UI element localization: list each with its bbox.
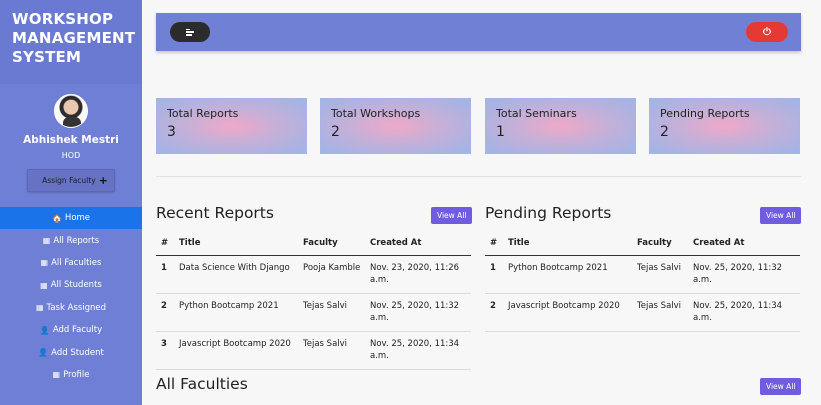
table-row[interactable]: 1 Data Science With Django Pooja Kamble … bbox=[156, 255, 471, 294]
column-header: Title bbox=[503, 231, 632, 256]
row-number: 1 bbox=[156, 255, 174, 294]
top-navbar: ⏻ bbox=[156, 13, 801, 51]
report-faculty: Tejas Salvi bbox=[298, 293, 365, 332]
sidebar-item-label: Add Student bbox=[51, 347, 104, 358]
report-title: Python Bootcamp 2021 bbox=[503, 255, 632, 294]
power-icon: ⏻ bbox=[763, 26, 771, 38]
card-value: 1 bbox=[496, 124, 505, 140]
menu-icon bbox=[186, 28, 194, 36]
user-profile: Abhishek Mestri HOD Assign Faculty + bbox=[0, 84, 142, 192]
report-created-at: Nov. 25, 2020, 11:34 a.m. bbox=[365, 331, 471, 370]
sidebar-item-label: All Faculties bbox=[51, 257, 102, 268]
sidebar-nav: 🏠 Home ▦ All Reports ▦ All Faculties ▦ A… bbox=[0, 207, 142, 386]
report-faculty: Tejas Salvi bbox=[298, 331, 365, 370]
pending-reports-title: Pending Reports bbox=[485, 204, 612, 222]
sidebar-item-all-students[interactable]: ▦ All Students bbox=[0, 274, 142, 296]
report-created-at: Nov. 25, 2020, 11:32 a.m. bbox=[688, 255, 800, 294]
assign-faculty-button[interactable]: Assign Faculty + bbox=[27, 169, 115, 192]
column-header: Created At bbox=[688, 231, 800, 256]
report-title: Python Bootcamp 2021 bbox=[174, 293, 298, 332]
column-header: # bbox=[485, 231, 503, 256]
table-row[interactable]: 2 Python Bootcamp 2021 Tejas Salvi Nov. … bbox=[156, 293, 471, 332]
report-title: Javascript Bootcamp 2020 bbox=[503, 293, 632, 332]
assign-faculty-label: Assign Faculty bbox=[42, 176, 96, 185]
sidebar: WORKSHOP MANAGEMENT SYSTEM Abhishek Mest… bbox=[0, 0, 142, 405]
column-header: Created At bbox=[365, 231, 471, 256]
avatar bbox=[54, 94, 88, 128]
building-icon: ▦ bbox=[35, 303, 44, 313]
divider bbox=[156, 176, 801, 177]
recent-view-all-button[interactable]: View All bbox=[431, 207, 473, 224]
report-created-at: Nov. 25, 2020, 11:34 a.m. bbox=[688, 293, 800, 332]
table-row[interactable]: 1 Python Bootcamp 2021 Tejas Salvi Nov. … bbox=[485, 255, 800, 294]
card-total-seminars: Total Seminars 1 bbox=[485, 98, 636, 154]
faculties-view-all-button[interactable]: View All bbox=[760, 378, 802, 395]
card-label: Total Seminars bbox=[496, 107, 577, 120]
table-header-row: # Title Faculty Created At bbox=[485, 231, 800, 256]
home-icon: 🏠 bbox=[51, 213, 62, 223]
column-header: Title bbox=[174, 231, 298, 256]
building-icon: ▦ bbox=[40, 258, 49, 268]
sidebar-item-label: Profile bbox=[63, 369, 90, 380]
card-value: 3 bbox=[167, 124, 176, 140]
card-label: Total Reports bbox=[167, 107, 239, 120]
sidebar-item-add-student[interactable]: 👤 Add Student bbox=[0, 341, 142, 363]
card-total-reports: Total Reports 3 bbox=[156, 98, 307, 154]
row-number: 3 bbox=[156, 331, 174, 370]
table-header-row: # Title Faculty Created At bbox=[156, 231, 471, 256]
sidebar-item-label: Task Assigned bbox=[46, 302, 107, 313]
row-number: 1 bbox=[485, 255, 503, 294]
user-icon: 👤 bbox=[39, 325, 50, 335]
user-icon: 👤 bbox=[38, 348, 49, 358]
sidebar-item-label: All Students bbox=[50, 280, 102, 291]
card-label: Total Workshops bbox=[331, 107, 421, 120]
sidebar-item-add-faculty[interactable]: 👤 Add Faculty bbox=[0, 319, 142, 341]
sidebar-item-profile[interactable]: ▦ Profile bbox=[0, 364, 142, 386]
report-title: Data Science With Django bbox=[174, 255, 298, 294]
building-icon: ▦ bbox=[42, 236, 51, 246]
pending-reports-table: # Title Faculty Created At 1 Python Boot… bbox=[485, 231, 800, 332]
brand-line: WORKSHOP bbox=[12, 10, 114, 28]
user-role: HOD bbox=[61, 151, 81, 160]
sidebar-item-all-faculties[interactable]: ▦ All Faculties bbox=[0, 252, 142, 274]
recent-reports-title: Recent Reports bbox=[156, 204, 274, 222]
table-row[interactable]: 2 Javascript Bootcamp 2020 Tejas Salvi N… bbox=[485, 293, 800, 332]
row-number: 2 bbox=[485, 293, 503, 332]
recent-reports-table: # Title Faculty Created At 1 Data Scienc… bbox=[156, 231, 471, 370]
card-label: Pending Reports bbox=[660, 107, 750, 120]
column-header: # bbox=[156, 231, 174, 256]
card-total-workshops: Total Workshops 2 bbox=[320, 98, 471, 154]
row-number: 2 bbox=[156, 293, 174, 332]
building-icon: ▦ bbox=[52, 370, 61, 380]
sidebar-item-task-assigned[interactable]: ▦ Task Assigned bbox=[0, 297, 142, 319]
plus-icon: + bbox=[98, 174, 108, 187]
table-row[interactable]: 3 Javascript Bootcamp 2020 Tejas Salvi N… bbox=[156, 331, 471, 370]
menu-toggle-button[interactable] bbox=[170, 22, 210, 42]
logout-button[interactable]: ⏻ bbox=[746, 22, 788, 42]
all-faculties-title: All Faculties bbox=[156, 375, 248, 393]
report-created-at: Nov. 23, 2020, 11:26 a.m. bbox=[365, 255, 471, 294]
report-faculty: Pooja Kamble bbox=[298, 255, 365, 294]
brand-line: MANAGEMENT bbox=[12, 29, 136, 47]
sidebar-item-label: Home bbox=[64, 213, 91, 224]
card-pending-reports: Pending Reports 2 bbox=[649, 98, 800, 154]
sidebar-item-label: Add Faculty bbox=[52, 325, 103, 336]
building-icon: ▦ bbox=[40, 280, 48, 290]
sidebar-item-home[interactable]: 🏠 Home bbox=[0, 207, 142, 230]
pending-view-all-button[interactable]: View All bbox=[760, 207, 802, 224]
brand-title: WORKSHOP MANAGEMENT SYSTEM bbox=[0, 0, 142, 84]
stat-cards: Total Reports 3 Total Workshops 2 Total … bbox=[156, 98, 801, 154]
sidebar-item-all-reports[interactable]: ▦ All Reports bbox=[0, 229, 142, 251]
card-value: 2 bbox=[660, 124, 669, 140]
report-faculty: Tejas Salvi bbox=[632, 255, 688, 294]
column-header: Faculty bbox=[632, 231, 688, 256]
column-header: Faculty bbox=[298, 231, 365, 256]
brand-line: SYSTEM bbox=[12, 48, 82, 66]
user-name: Abhishek Mestri bbox=[23, 134, 119, 146]
report-faculty: Tejas Salvi bbox=[632, 293, 688, 332]
report-title: Javascript Bootcamp 2020 bbox=[174, 331, 298, 370]
card-value: 2 bbox=[331, 124, 340, 140]
report-created-at: Nov. 25, 2020, 11:32 a.m. bbox=[365, 293, 471, 332]
sidebar-item-label: All Reports bbox=[53, 235, 100, 246]
